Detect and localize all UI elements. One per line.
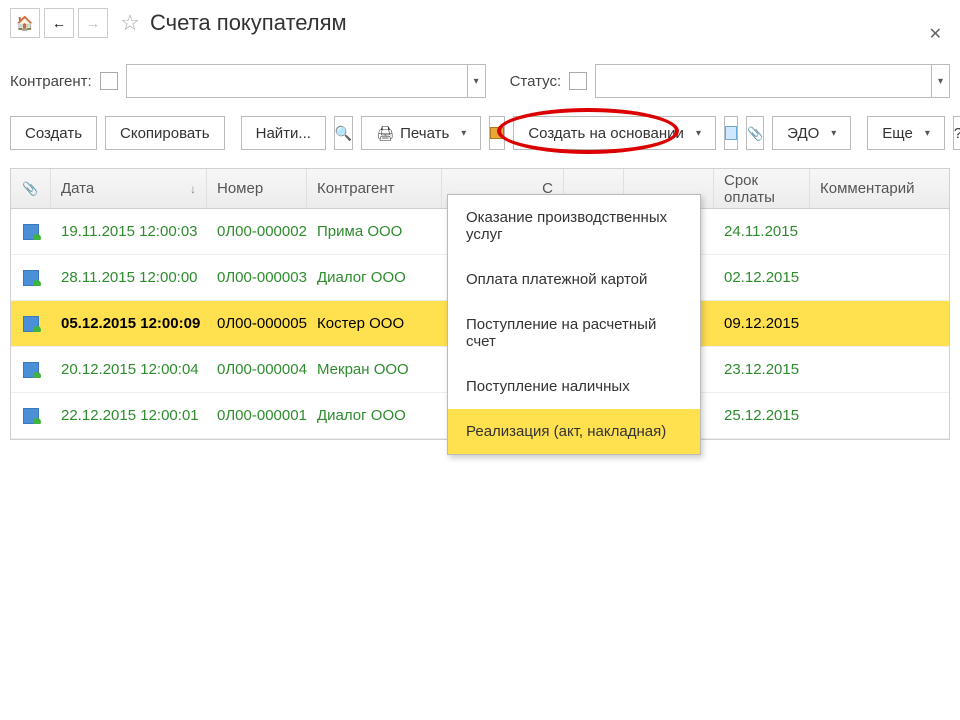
- mail-button[interactable]: [489, 116, 505, 150]
- help-button[interactable]: ?: [953, 116, 960, 150]
- cell-due: 25.12.2015: [714, 407, 810, 424]
- chevron-down-icon[interactable]: ▾: [931, 65, 949, 97]
- page-title: Счета покупателям: [150, 10, 347, 36]
- home-button[interactable]: 🏠: [10, 8, 40, 38]
- chevron-down-icon: ▾: [696, 128, 701, 139]
- menu-item[interactable]: Оказание производственных услуг: [448, 195, 700, 257]
- create-based-on-menu: Оказание производственных услугОплата пл…: [447, 194, 701, 455]
- create-based-on-button[interactable]: Создать на основании ▾: [513, 116, 716, 150]
- document-row-icon: [23, 270, 39, 286]
- print-button[interactable]: Печать ▾: [361, 116, 481, 150]
- col-due[interactable]: Срок оплаты: [714, 169, 810, 208]
- cell-contractor: Костер ООО: [307, 315, 442, 332]
- cell-number: 0Л00-000002: [207, 223, 307, 240]
- contractor-filter-combo[interactable]: ▾: [126, 64, 486, 98]
- cell-contractor: Диалог ООО: [307, 407, 442, 424]
- cell-due: 02.12.2015: [714, 269, 810, 286]
- printer-icon: [376, 125, 394, 142]
- home-icon: 🏠: [16, 15, 33, 32]
- favorite-star-icon[interactable]: ☆: [116, 9, 144, 37]
- forward-button[interactable]: →: [78, 8, 108, 38]
- cell-contractor: Диалог ООО: [307, 269, 442, 286]
- col-number[interactable]: Номер: [207, 169, 307, 208]
- chevron-down-icon: ▾: [925, 128, 930, 139]
- cell-contractor: Мекран ООО: [307, 361, 442, 378]
- cell-number: 0Л00-000003: [207, 269, 307, 286]
- cell-date: 28.11.2015 12:00:00: [51, 269, 207, 286]
- envelope-icon: [490, 127, 504, 139]
- cell-number: 0Л00-000001: [207, 407, 307, 424]
- arrow-right-icon: →: [86, 15, 100, 31]
- document-row-icon: [23, 408, 39, 424]
- status-filter-combo[interactable]: ▾: [595, 64, 950, 98]
- contractor-filter-input[interactable]: [127, 65, 467, 97]
- attach-button[interactable]: [746, 116, 764, 150]
- chevron-down-icon: ▾: [831, 128, 836, 139]
- contractor-filter-label: Контрагент:: [10, 73, 92, 90]
- menu-item[interactable]: Реализация (акт, накладная): [448, 409, 700, 454]
- cell-contractor: Прима ООО: [307, 223, 442, 240]
- more-button[interactable]: Еще ▾: [867, 116, 945, 150]
- status-filter-checkbox[interactable]: [569, 72, 587, 90]
- filter-icon: 🔍: [335, 125, 352, 142]
- back-button[interactable]: ←: [44, 8, 74, 38]
- clear-filter-button[interactable]: 🔍: [334, 116, 353, 150]
- col-date[interactable]: Дата ↓: [51, 169, 207, 208]
- cell-date: 20.12.2015 12:00:04: [51, 361, 207, 378]
- document-row-icon: [23, 316, 39, 332]
- chevron-down-icon[interactable]: ▾: [467, 65, 485, 97]
- cell-due: 24.11.2015: [714, 223, 810, 240]
- cell-date: 19.11.2015 12:00:03: [51, 223, 207, 240]
- col-comment[interactable]: Комментарий: [810, 169, 928, 208]
- cell-number: 0Л00-000004: [207, 361, 307, 378]
- arrow-left-icon: ←: [52, 15, 66, 31]
- status-filter-label: Статус:: [510, 73, 562, 90]
- cell-number: 0Л00-000005: [207, 315, 307, 332]
- contractor-filter-checkbox[interactable]: [100, 72, 118, 90]
- sort-asc-icon: ↓: [190, 182, 196, 196]
- find-button[interactable]: Найти...: [241, 116, 326, 150]
- document-icon: [725, 126, 737, 140]
- cell-date: 22.12.2015 12:00:01: [51, 407, 207, 424]
- document-row-icon: [23, 224, 39, 240]
- paperclip-icon: [22, 180, 38, 197]
- menu-item[interactable]: Поступление наличных: [448, 364, 700, 409]
- col-attachment[interactable]: [11, 169, 51, 208]
- doc-button-1[interactable]: [724, 116, 738, 150]
- menu-item[interactable]: Оплата платежной картой: [448, 257, 700, 302]
- create-button[interactable]: Создать: [10, 116, 97, 150]
- chevron-down-icon: ▾: [461, 128, 466, 139]
- edo-button[interactable]: ЭДО ▾: [772, 116, 851, 150]
- paperclip-icon: [747, 125, 763, 142]
- cell-due: 09.12.2015: [714, 315, 810, 332]
- cell-date: 05.12.2015 12:00:09: [51, 315, 207, 332]
- close-icon[interactable]: ✕: [929, 24, 942, 44]
- document-row-icon: [23, 362, 39, 378]
- col-contractor[interactable]: Контрагент: [307, 169, 442, 208]
- cell-due: 23.12.2015: [714, 361, 810, 378]
- status-filter-input[interactable]: [596, 65, 931, 97]
- menu-item[interactable]: Поступление на расчетный счет: [448, 302, 700, 364]
- copy-button[interactable]: Скопировать: [105, 116, 225, 150]
